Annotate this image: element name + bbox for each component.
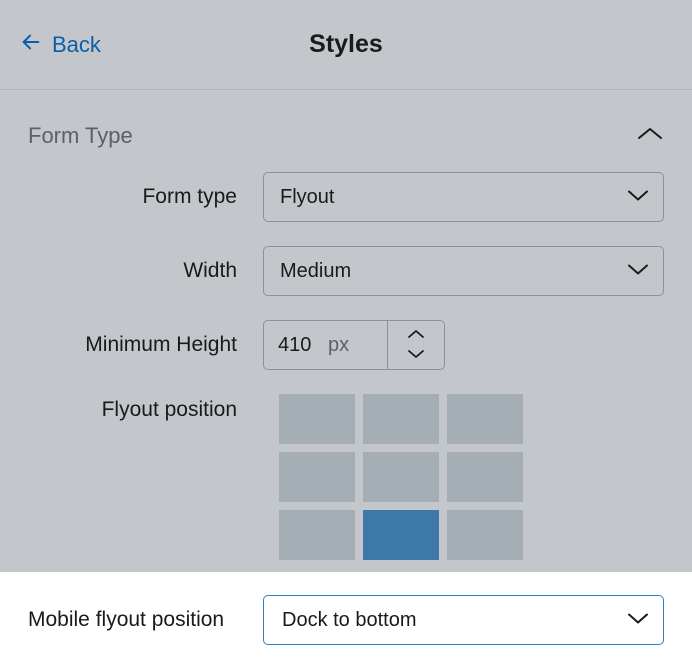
header: Back Styles xyxy=(0,0,692,90)
width-label: Width xyxy=(28,259,263,283)
position-cell-middle-center[interactable] xyxy=(363,452,439,502)
section-header[interactable]: Form Type xyxy=(0,90,692,160)
row-width: Width Medium xyxy=(28,246,664,296)
chevron-down-icon xyxy=(407,346,425,364)
chevron-down-icon xyxy=(627,186,649,209)
form-type-select[interactable]: Flyout xyxy=(263,172,664,222)
form-type-value: Flyout xyxy=(280,186,334,209)
page-title: Styles xyxy=(309,30,383,59)
form-body: Form type Flyout Width Medium xyxy=(0,160,692,560)
mobile-flyout-label: Mobile flyout position xyxy=(28,606,263,634)
position-cell-top-left[interactable] xyxy=(279,394,355,444)
stepper-buttons[interactable] xyxy=(388,321,444,369)
width-select[interactable]: Medium xyxy=(263,246,664,296)
position-cell-middle-left[interactable] xyxy=(279,452,355,502)
flyout-position-grid xyxy=(279,394,664,560)
min-height-unit: px xyxy=(328,321,388,369)
back-label: Back xyxy=(52,32,101,58)
min-height-stepper[interactable]: 410 px xyxy=(263,320,445,370)
row-flyout-position: Flyout position xyxy=(28,394,664,560)
position-cell-bottom-left[interactable] xyxy=(279,510,355,560)
position-cell-top-center[interactable] xyxy=(363,394,439,444)
position-cell-top-right[interactable] xyxy=(447,394,523,444)
section-title: Form Type xyxy=(28,123,133,149)
flyout-position-label: Flyout position xyxy=(28,394,263,422)
mobile-flyout-bar: Mobile flyout position Dock to bottom xyxy=(0,572,692,668)
row-form-type: Form type Flyout xyxy=(28,172,664,222)
chevron-up-icon xyxy=(407,326,425,344)
width-value: Medium xyxy=(280,260,351,283)
position-cell-middle-right[interactable] xyxy=(447,452,523,502)
position-cell-bottom-right[interactable] xyxy=(447,510,523,560)
mobile-flyout-value: Dock to bottom xyxy=(282,609,417,632)
min-height-value[interactable]: 410 xyxy=(264,321,328,369)
arrow-left-icon xyxy=(20,31,42,59)
chevron-up-icon xyxy=(636,126,664,147)
mobile-flyout-select[interactable]: Dock to bottom xyxy=(263,595,664,645)
chevron-down-icon xyxy=(627,609,649,632)
chevron-down-icon xyxy=(627,260,649,283)
position-cell-bottom-center[interactable] xyxy=(363,510,439,560)
row-min-height: Minimum Height 410 px xyxy=(28,320,664,370)
back-button[interactable]: Back xyxy=(20,31,101,59)
form-type-label: Form type xyxy=(28,185,263,209)
min-height-label: Minimum Height xyxy=(28,333,263,357)
